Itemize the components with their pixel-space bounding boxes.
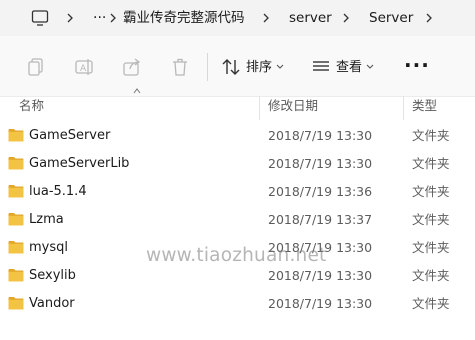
file-modified: 2018/7/19 13:36: [268, 184, 373, 199]
file-type: 文件夹: [412, 212, 450, 227]
sort-icon[interactable]: [220, 56, 242, 78]
file-row[interactable]: Sexylib 2018/7/19 13:30 文件夹: [0, 262, 475, 290]
more-options-button[interactable]: ···: [404, 55, 430, 75]
folder-icon: [8, 129, 24, 142]
file-name[interactable]: GameServer: [29, 128, 110, 144]
file-modified: 2018/7/19 13:30: [268, 268, 373, 283]
rename-icon[interactable]: A: [73, 56, 95, 78]
breadcrumb-item[interactable]: 霸业传奇完整源代码: [123, 10, 245, 26]
toolbar-divider: [207, 53, 208, 81]
address-bar[interactable]: ··· 霸业传奇完整源代码 server Server: [0, 0, 475, 36]
file-type: 文件夹: [412, 156, 450, 171]
svg-text:A: A: [80, 64, 87, 74]
file-name[interactable]: Lzma: [29, 212, 64, 228]
folder-icon: [8, 297, 24, 310]
view-icon[interactable]: [310, 56, 332, 78]
sort-ascending-icon: [133, 88, 141, 94]
sort-button[interactable]: 排序: [246, 60, 272, 76]
column-type[interactable]: 类型: [412, 98, 437, 114]
column-header-row: 名称 修改日期 类型: [0, 88, 475, 120]
folder-icon: [8, 185, 24, 198]
file-row[interactable]: GameServerLib 2018/7/19 13:30 文件夹: [0, 150, 475, 178]
file-name[interactable]: lua-5.1.4: [29, 184, 87, 200]
column-modified[interactable]: 修改日期: [268, 98, 318, 114]
monitor-icon[interactable]: [31, 9, 49, 27]
view-button[interactable]: 查看: [336, 60, 362, 76]
file-type: 文件夹: [412, 184, 450, 199]
column-divider[interactable]: [403, 96, 404, 120]
folder-icon: [8, 213, 24, 226]
chevron-right-icon: [110, 13, 116, 23]
chevron-right-icon: [263, 13, 269, 23]
chevron-down-icon: [366, 64, 374, 69]
chevron-down-icon: [276, 64, 284, 69]
file-row[interactable]: Lzma 2018/7/19 13:37 文件夹: [0, 206, 475, 234]
copy-icon[interactable]: [25, 56, 47, 78]
folder-icon: [8, 157, 24, 170]
trash-icon[interactable]: [169, 56, 191, 78]
folder-icon: [8, 269, 24, 282]
command-bar: A 排序 查看 ···: [0, 36, 475, 97]
file-name[interactable]: GameServerLib: [29, 156, 129, 172]
column-name[interactable]: 名称: [19, 98, 44, 114]
file-modified: 2018/7/19 13:37: [268, 212, 373, 227]
share-icon[interactable]: [121, 56, 143, 78]
file-name[interactable]: mysql: [29, 240, 68, 256]
breadcrumb-item[interactable]: Server: [369, 10, 413, 26]
file-type: 文件夹: [412, 240, 450, 255]
chevron-right-icon: [426, 13, 432, 23]
watermark: www.tiaozhuan.net: [146, 245, 327, 266]
chevron-right-icon: [343, 13, 349, 23]
file-type: 文件夹: [412, 268, 450, 283]
folder-icon: [8, 241, 24, 254]
file-modified: 2018/7/19 13:30: [268, 296, 373, 311]
file-modified: 2018/7/19 13:30: [268, 128, 373, 143]
file-type: 文件夹: [412, 128, 450, 143]
file-type: 文件夹: [412, 296, 450, 311]
file-row[interactable]: lua-5.1.4 2018/7/19 13:36 文件夹: [0, 178, 475, 206]
breadcrumb-overflow[interactable]: ···: [93, 10, 106, 26]
file-name[interactable]: Vandor: [29, 296, 75, 312]
breadcrumb-item[interactable]: server: [289, 10, 332, 26]
column-divider[interactable]: [259, 96, 260, 120]
file-row[interactable]: Vandor 2018/7/19 13:30 文件夹: [0, 290, 475, 318]
file-name[interactable]: Sexylib: [29, 268, 76, 284]
chevron-right-icon: [67, 13, 73, 23]
file-modified: 2018/7/19 13:30: [268, 156, 373, 171]
file-row[interactable]: GameServer 2018/7/19 13:30 文件夹: [0, 122, 475, 150]
